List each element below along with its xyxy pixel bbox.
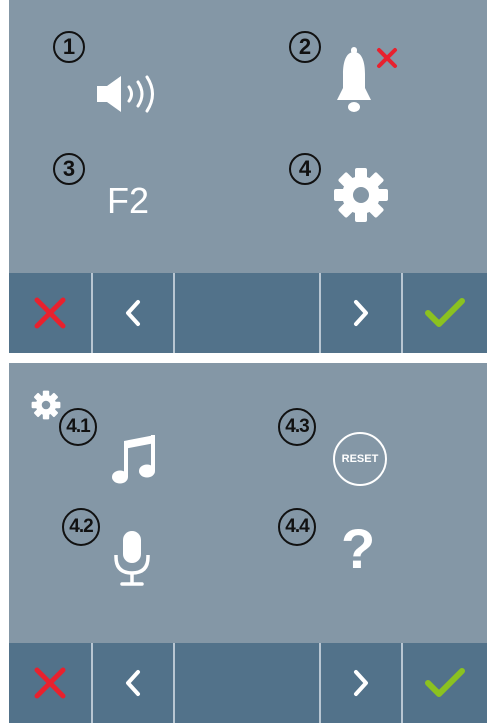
cancel-button[interactable] <box>9 643 91 723</box>
bottom-toolbar <box>9 273 487 353</box>
item-number-badge: 4 <box>289 153 321 185</box>
next-button[interactable] <box>319 273 401 353</box>
chevron-right-icon <box>354 670 368 696</box>
chevron-left-icon <box>126 670 140 696</box>
toolbar-spacer <box>173 643 319 723</box>
f2-function-label[interactable]: F2 <box>107 180 149 222</box>
reset-label: RESET <box>341 453 379 465</box>
chevron-right-icon <box>354 300 368 326</box>
item-number-badge: 4.4 <box>278 508 316 546</box>
previous-button[interactable] <box>91 643 173 723</box>
item-number-badge: 4.3 <box>278 408 316 446</box>
question-icon[interactable]: ? <box>341 521 375 577</box>
settings-menu-screen: 4.1 4.3 RESET 4.2 4.4 ? <box>9 363 487 723</box>
item-number-badge: 4.2 <box>62 508 100 546</box>
microphone-icon[interactable] <box>109 529 155 591</box>
reset-button[interactable]: RESET <box>333 432 387 486</box>
bell-muted-icon[interactable] <box>331 44 407 120</box>
item-number-badge: 3 <box>53 153 85 185</box>
main-menu-area: 1 2 3 F2 4 <box>9 0 487 273</box>
gear-icon <box>31 390 61 420</box>
checkmark-icon <box>425 668 465 697</box>
close-icon <box>34 667 66 699</box>
checkmark-icon <box>425 298 465 327</box>
chevron-left-icon <box>126 300 140 326</box>
toolbar-spacer <box>173 273 319 353</box>
confirm-button[interactable] <box>401 643 487 723</box>
item-number-badge: 4.1 <box>59 408 97 446</box>
gear-icon[interactable] <box>331 165 391 225</box>
settings-menu-area: 4.1 4.3 RESET 4.2 4.4 ? <box>9 363 487 643</box>
music-note-icon[interactable] <box>107 431 163 487</box>
confirm-button[interactable] <box>401 273 487 353</box>
item-number-badge: 2 <box>289 31 321 63</box>
next-button[interactable] <box>319 643 401 723</box>
close-icon <box>34 297 66 329</box>
item-number-badge: 1 <box>53 31 85 63</box>
bottom-toolbar <box>9 643 487 723</box>
main-menu-screen: 1 2 3 F2 4 <box>9 0 487 353</box>
previous-button[interactable] <box>91 273 173 353</box>
cancel-button[interactable] <box>9 273 91 353</box>
speaker-icon[interactable] <box>95 74 175 114</box>
